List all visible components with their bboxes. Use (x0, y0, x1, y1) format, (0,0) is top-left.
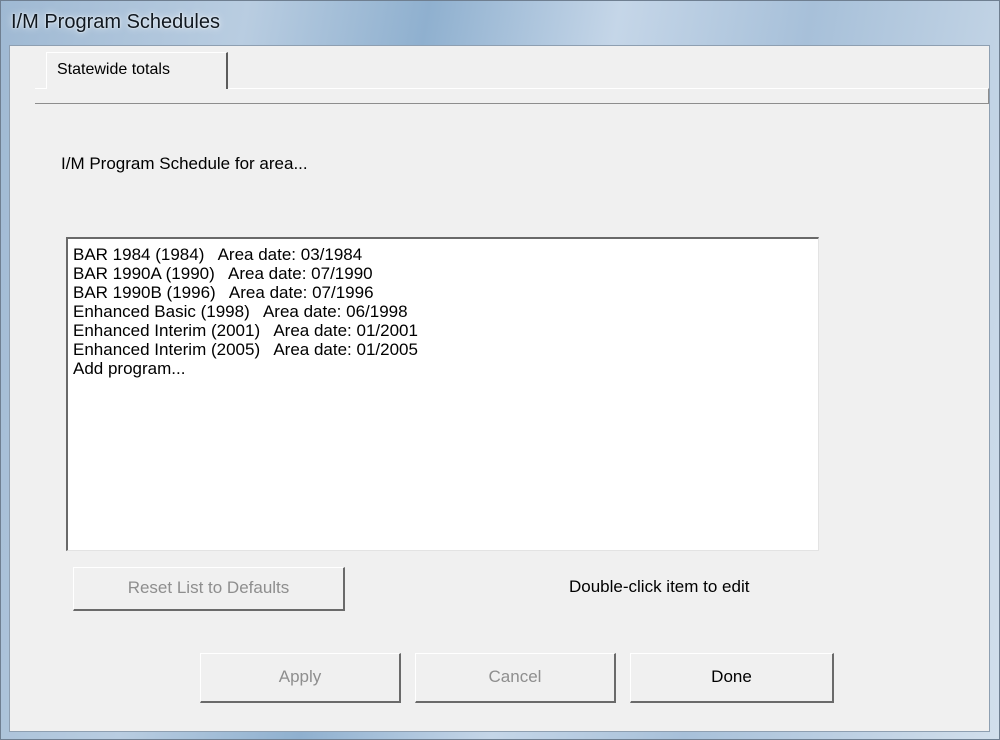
list-item[interactable]: Enhanced Interim (2005) Area date: 01/20… (73, 340, 818, 359)
edit-hint: Double-click item to edit (569, 577, 750, 596)
dialog-window: I/M Program Schedules Statewide totals I… (0, 0, 1000, 740)
reset-defaults-button[interactable]: Reset List to Defaults (73, 567, 345, 611)
list-item[interactable]: BAR 1990B (1996) Area date: 07/1996 (73, 283, 818, 302)
list-item[interactable]: BAR 1990A (1990) Area date: 07/1990 (73, 264, 818, 283)
title-bar[interactable]: I/M Program Schedules (1, 1, 999, 45)
apply-button[interactable]: Apply (200, 653, 401, 703)
tab-statewide-totals[interactable]: Statewide totals (46, 52, 228, 89)
tab-panel-border (35, 88, 989, 104)
list-item[interactable]: BAR 1984 (1984) Area date: 03/1984 (73, 245, 818, 264)
schedule-label: I/M Program Schedule for area... (61, 154, 308, 173)
list-item[interactable]: Enhanced Basic (1998) Area date: 06/1998 (73, 302, 818, 321)
schedule-listbox[interactable]: BAR 1984 (1984) Area date: 03/1984 BAR 1… (66, 237, 819, 551)
cancel-button[interactable]: Cancel (415, 653, 616, 703)
done-button[interactable]: Done (630, 653, 834, 703)
tab-label: Statewide totals (57, 61, 170, 78)
list-item-add-program[interactable]: Add program... (73, 359, 818, 378)
list-item[interactable]: Enhanced Interim (2001) Area date: 01/20… (73, 321, 818, 340)
window-title: I/M Program Schedules (11, 11, 220, 33)
